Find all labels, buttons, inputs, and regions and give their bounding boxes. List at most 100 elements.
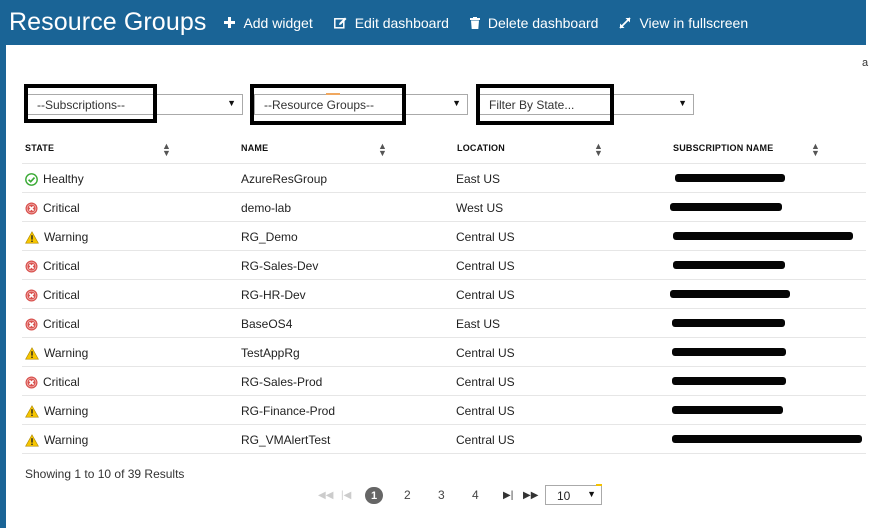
next-page-icon[interactable]: ▶| (503, 490, 513, 501)
cursor-mark (326, 93, 340, 95)
redacted-subscription-name (672, 348, 786, 356)
redacted-subscription-name (673, 232, 853, 240)
sort-icon[interactable]: ▲ ▼ (811, 142, 820, 158)
redacted-subscription-name (672, 435, 862, 443)
state-cell: Critical (25, 201, 80, 215)
state-cell: Warning (25, 346, 88, 360)
state-cell: Critical (25, 375, 80, 389)
state-label: Warning (44, 346, 89, 360)
first-page-icon[interactable]: ◀◀ (318, 490, 333, 501)
state-cell: Critical (25, 288, 80, 302)
page-2-button[interactable]: 2 (404, 488, 411, 502)
resource-group-name[interactable]: RG-Finance-Prod (241, 404, 335, 418)
row-divider (22, 453, 866, 454)
location-cell: Central US (456, 346, 515, 360)
state-label: Critical (43, 201, 80, 215)
critical-error-icon (25, 202, 38, 214)
resource-group-name[interactable]: RG_Demo (241, 230, 298, 244)
dropdown-arrow-icon: ▼ (678, 98, 687, 108)
row-divider (22, 279, 866, 280)
subscriptions-select[interactable]: --Subscriptions-- ▼ (27, 94, 243, 115)
resource-group-name[interactable]: RG-Sales-Prod (241, 375, 322, 389)
dropdown-arrow-icon: ▼ (587, 489, 596, 499)
state-cell: Warning (25, 404, 88, 418)
plus-icon (224, 17, 239, 28)
redacted-subscription-name (672, 319, 785, 327)
page-size-select[interactable]: 10 ▼ (545, 485, 602, 505)
page-4-button[interactable]: 4 (472, 488, 479, 502)
page-3-button[interactable]: 3 (438, 488, 445, 502)
edge-character: a (862, 57, 869, 69)
previous-page-icon[interactable]: |◀ (341, 490, 351, 501)
row-divider (22, 221, 866, 222)
state-cell: Critical (25, 259, 80, 273)
cursor-mark (596, 484, 602, 486)
redacted-subscription-name (670, 203, 782, 211)
column-header-location[interactable]: LOCATION (457, 143, 505, 153)
state-label: Warning (44, 230, 89, 244)
row-divider (22, 250, 866, 251)
redacted-subscription-name (675, 174, 785, 182)
add-widget-button[interactable]: Add widget (224, 14, 313, 31)
resource-groups-select[interactable]: --Resource Groups-- ▼ (254, 94, 468, 115)
resource-group-name[interactable]: RG-HR-Dev (241, 288, 306, 302)
location-cell: Central US (456, 259, 515, 273)
state-label: Warning (44, 433, 89, 447)
healthy-check-icon (25, 172, 38, 186)
resource-group-name[interactable]: BaseOS4 (241, 317, 292, 331)
resource-group-name[interactable]: TestAppRg (241, 346, 300, 360)
sort-icon[interactable]: ▲ ▼ (162, 142, 171, 158)
dropdown-arrow-icon: ▼ (452, 98, 461, 108)
location-cell: Central US (456, 433, 515, 447)
edit-dashboard-label: Edit dashboard (354, 14, 449, 31)
state-cell: Critical (25, 317, 80, 331)
redacted-subscription-name (673, 261, 785, 269)
location-cell: Central US (456, 375, 515, 389)
location-cell: East US (456, 317, 501, 331)
sort-icon[interactable]: ▲ ▼ (378, 142, 387, 158)
resource-group-name[interactable]: demo-lab (241, 201, 291, 215)
results-summary: Showing 1 to 10 of 39 Results (25, 467, 185, 481)
delete-dashboard-button[interactable]: Delete dashboard (469, 15, 598, 31)
last-page-icon[interactable]: ▶▶ (523, 490, 538, 501)
page-1-button[interactable]: 1 (365, 487, 383, 504)
redacted-subscription-name (672, 377, 786, 385)
resource-group-name[interactable]: RG-Sales-Dev (241, 259, 318, 273)
view-fullscreen-button[interactable]: View in fullscreen (619, 15, 748, 31)
warning-icon (25, 230, 39, 243)
resource-group-name[interactable]: RG_VMAlertTest (241, 433, 330, 447)
state-label: Critical (43, 317, 80, 331)
widget-frame-right (866, 45, 873, 528)
state-label: Warning (44, 404, 89, 418)
resource-group-name[interactable]: AzureResGroup (241, 172, 327, 186)
state-label: Critical (43, 375, 80, 389)
state-filter-select[interactable]: Filter By State... ▼ (479, 94, 694, 115)
state-filter-select-value: Filter By State... (489, 98, 575, 112)
row-divider (22, 163, 866, 164)
page-title: Resource Groups (9, 8, 207, 36)
warning-icon (25, 433, 39, 446)
subscriptions-select-value: --Subscriptions-- (37, 98, 126, 112)
sort-icon[interactable]: ▲ ▼ (594, 142, 603, 158)
state-label: Healthy (43, 172, 84, 186)
column-header-name[interactable]: NAME (241, 143, 268, 153)
location-cell: East US (456, 172, 501, 186)
page-size-value: 10 (557, 489, 571, 503)
trash-icon (469, 16, 484, 29)
critical-error-icon (25, 289, 38, 301)
row-divider (22, 337, 866, 338)
warning-icon (25, 404, 39, 417)
row-divider (22, 424, 866, 425)
edit-dashboard-button[interactable]: Edit dashboard (333, 14, 449, 31)
column-header-subscription-name[interactable]: SUBSCRIPTION NAME (673, 143, 773, 153)
critical-error-icon (25, 318, 38, 330)
row-divider (22, 192, 866, 193)
dashboard-header: Resource Groups Add widget Edit dashboar… (0, 0, 866, 45)
location-cell: Central US (456, 288, 515, 302)
expand-icon (619, 16, 635, 29)
row-divider (22, 395, 866, 396)
state-cell: Warning (25, 433, 88, 447)
add-widget-label: Add widget (243, 14, 313, 31)
column-header-state[interactable]: STATE (25, 143, 54, 153)
row-divider (22, 366, 866, 367)
